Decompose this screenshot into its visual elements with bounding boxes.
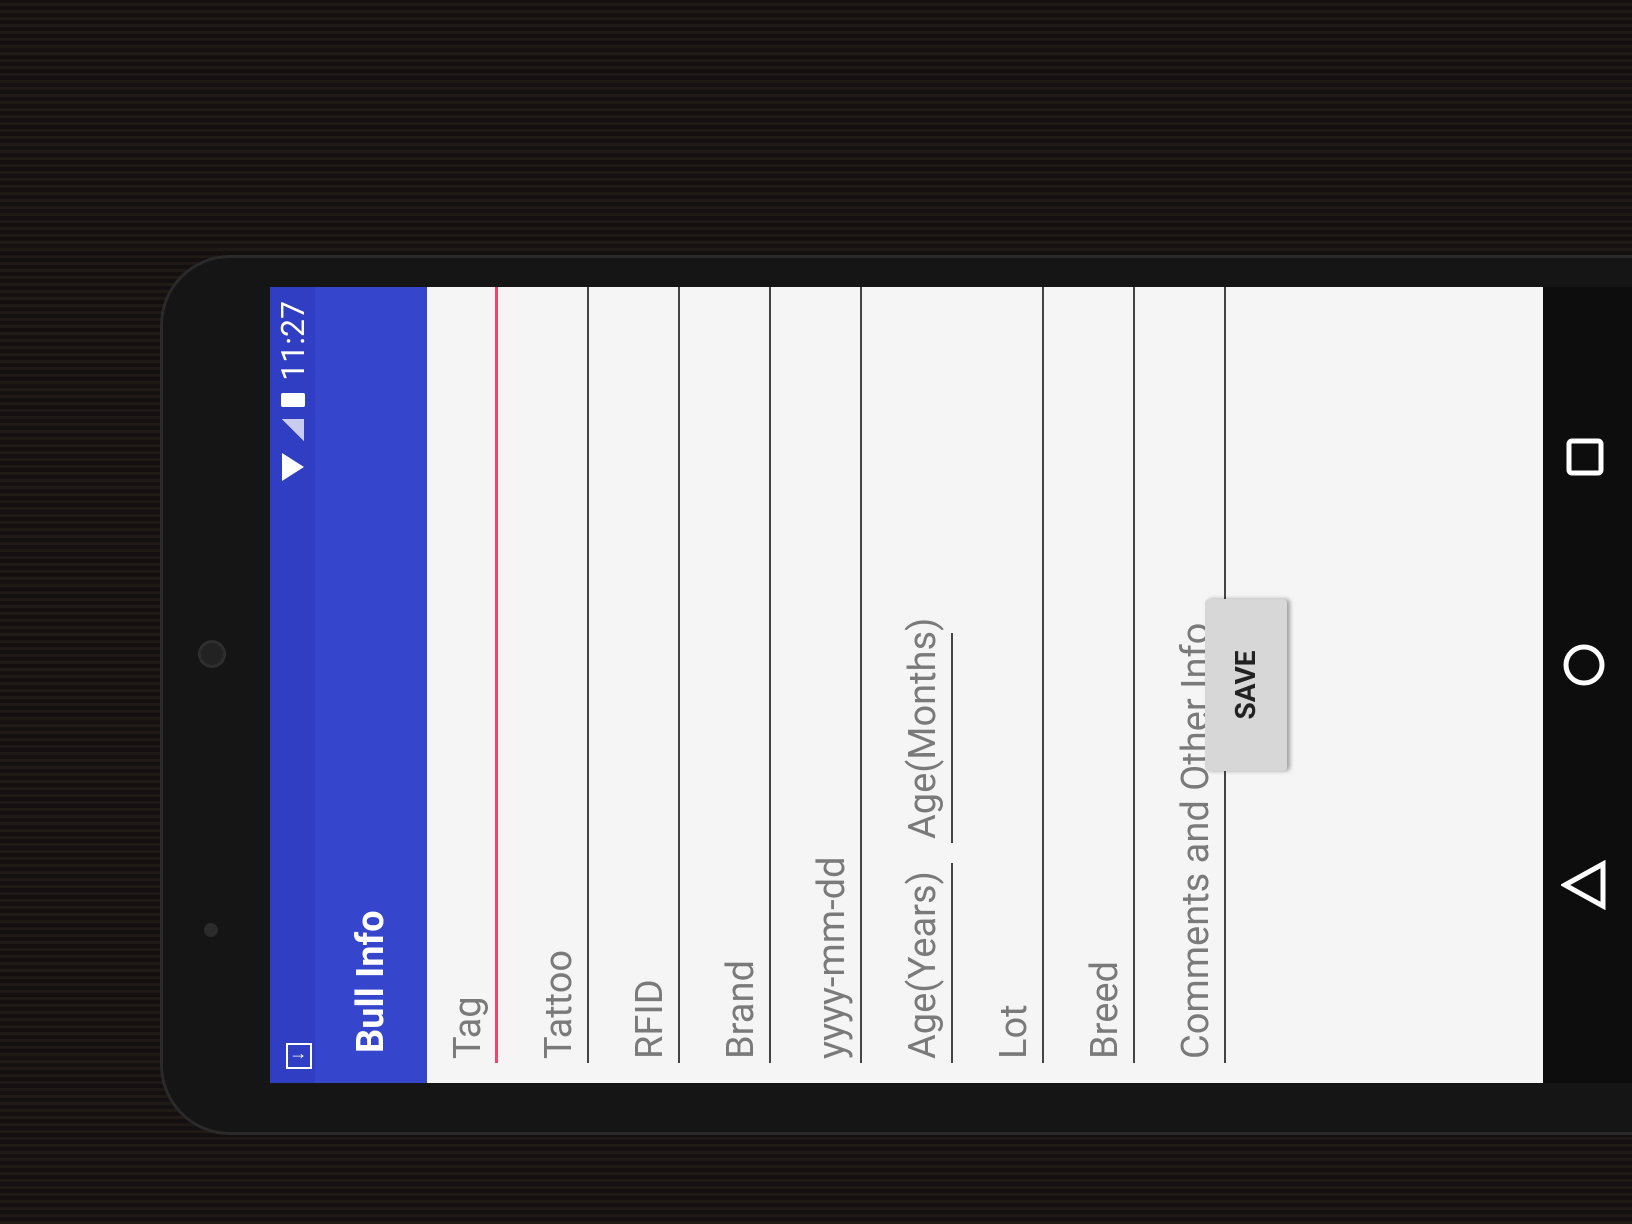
tag-underline (495, 287, 498, 1063)
home-button[interactable] (1561, 642, 1607, 692)
rfid-underline (678, 287, 680, 1063)
lot-placeholder: Lot (992, 1004, 1036, 1059)
wifi-icon (281, 452, 304, 481)
earpiece-speaker (198, 640, 226, 668)
home-icon (1563, 644, 1605, 686)
battery-icon (280, 392, 305, 407)
back-button[interactable] (1559, 859, 1607, 914)
age-row: Age(Years) Age(Months) (882, 287, 973, 1063)
brand-placeholder: Brand (719, 960, 763, 1059)
age-years-underline (951, 863, 953, 1063)
app-bar: Bull Info (315, 287, 427, 1083)
app-viewport: ↓ 11:27 Bull Info Tag Tattoo RFID Brand … (270, 287, 1543, 1083)
lot-underline (1042, 287, 1044, 1063)
age-years-input[interactable]: Age(Years) (882, 863, 973, 1063)
navigation-bar (1543, 287, 1632, 1083)
tag-placeholder: Tag (446, 996, 490, 1059)
breed-underline (1133, 287, 1135, 1063)
page-title: Bull Info (349, 910, 393, 1053)
tag-input[interactable]: Tag (427, 287, 518, 1063)
status-time: 11:27 (273, 301, 312, 381)
date-underline (860, 287, 862, 1063)
front-camera (204, 923, 218, 937)
signal-icon (281, 418, 304, 441)
tattoo-underline (587, 287, 589, 1063)
status-bar: ↓ 11:27 (270, 287, 315, 1083)
date-input[interactable]: yyyy-mm-dd (791, 287, 882, 1063)
lot-input[interactable]: Lot (973, 287, 1064, 1063)
tattoo-input[interactable]: Tattoo (518, 287, 609, 1063)
save-button[interactable]: SAVE (1205, 599, 1287, 771)
age-months-underline (951, 633, 953, 843)
breed-input[interactable]: Breed (1064, 287, 1155, 1063)
age-years-placeholder: Age(Years) (901, 871, 945, 1059)
breed-placeholder: Breed (1083, 961, 1127, 1059)
back-icon (1559, 859, 1606, 911)
date-placeholder: yyyy-mm-dd (810, 856, 854, 1059)
recent-apps-button[interactable] (1565, 437, 1605, 481)
brand-underline (769, 287, 771, 1063)
tattoo-placeholder: Tattoo (537, 949, 581, 1059)
recent-apps-icon (1566, 438, 1604, 476)
phone-screen: ↓ 11:27 Bull Info Tag Tattoo RFID Brand … (270, 287, 1543, 1083)
download-icon: ↓ (286, 1043, 312, 1069)
rfid-input[interactable]: RFID (609, 287, 700, 1063)
rfid-placeholder: RFID (628, 979, 672, 1059)
brand-input[interactable]: Brand (700, 287, 791, 1063)
age-months-placeholder: Age(Months) (901, 617, 945, 839)
save-button-container: SAVE (1205, 287, 1287, 1083)
bull-info-form: Tag Tattoo RFID Brand yyyy-mm-dd Age(Yea… (427, 287, 1246, 1083)
age-months-input[interactable]: Age(Months) (882, 618, 973, 843)
